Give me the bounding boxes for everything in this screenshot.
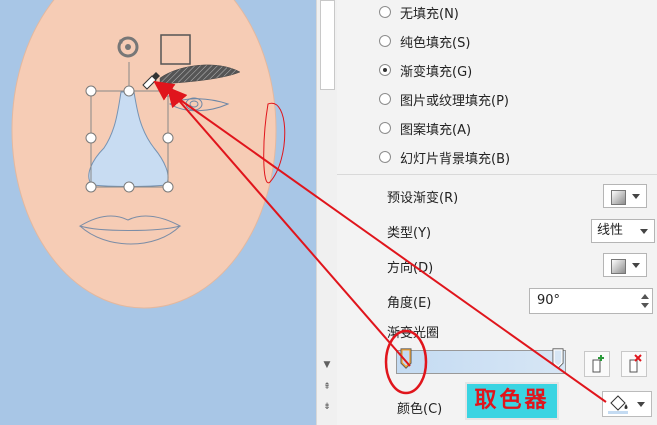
angle-spinner[interactable]: 90° — [529, 288, 653, 314]
fill-option-none[interactable]: 无填充(N) — [379, 1, 459, 23]
direction-dropdown[interactable] — [603, 253, 647, 277]
chevron-down-icon — [632, 194, 640, 199]
radio-button[interactable] — [379, 35, 391, 47]
gradient-stop-right[interactable] — [552, 348, 564, 370]
preset-gradient-label: 预设渐变(R) — [387, 191, 459, 206]
fill-option-solid[interactable]: 纯色填充(S) — [379, 30, 470, 52]
radio-button[interactable] — [379, 122, 391, 134]
spin-up-icon[interactable] — [641, 294, 649, 299]
gradient-stops-label: 渐变光圈 — [387, 326, 440, 341]
radio-button[interactable] — [379, 6, 391, 18]
gradient-swatch-icon — [611, 190, 626, 205]
angle-label: 角度(E) — [387, 296, 432, 311]
fill-color-button[interactable] — [602, 391, 652, 417]
prev-slide-icon[interactable]: ⇞ — [320, 380, 334, 394]
direction-label: 方向(D) — [387, 261, 434, 276]
direction-swatch-icon — [611, 259, 626, 274]
chevron-down-icon — [632, 263, 640, 268]
fill-option-gradient[interactable]: 渐变填充(G) — [379, 59, 472, 81]
fill-option-label: 渐变填充(G) — [400, 64, 473, 80]
remove-stop-icon — [629, 354, 642, 373]
gradient-stops-bar[interactable] — [396, 350, 566, 374]
format-shape-panel: 无填充(N) 纯色填充(S) 渐变填充(G) 图片或纹理填充(P) 图案填充(A… — [337, 0, 657, 425]
add-gradient-stop-button[interactable] — [584, 351, 610, 377]
fill-option-label: 图案填充(A) — [400, 122, 472, 138]
spin-down-icon[interactable] — [641, 303, 649, 308]
type-label: 类型(Y) — [387, 226, 432, 241]
next-slide-icon[interactable]: ⇟ — [320, 400, 334, 414]
fill-option-label: 幻灯片背景填充(B) — [400, 151, 511, 167]
gradient-type-value: 线性 — [597, 223, 624, 238]
add-stop-icon — [592, 355, 604, 373]
fill-option-label: 无填充(N) — [400, 6, 459, 22]
scroll-down-icon[interactable]: ▼ — [320, 358, 334, 372]
divider — [337, 174, 657, 175]
radio-button[interactable] — [379, 93, 391, 105]
scrollbar-thumb[interactable] — [320, 0, 335, 90]
fill-option-label: 纯色填充(S) — [400, 35, 471, 51]
angle-value: 90° — [537, 293, 561, 308]
fill-bucket-icon — [608, 395, 645, 414]
radio-button[interactable] — [379, 151, 391, 163]
slide-canvas[interactable] — [0, 0, 316, 425]
color-label: 颜色(C) — [397, 402, 443, 417]
chevron-down-icon — [640, 229, 648, 234]
eyedropper-callout: 取色器 — [465, 382, 559, 420]
slide-illustration — [11, 0, 286, 309]
gradient-stop-left[interactable] — [400, 348, 412, 370]
preset-gradient-dropdown[interactable] — [603, 184, 647, 208]
vertical-scrollbar[interactable]: ▼ ⇞ ⇟ — [316, 0, 337, 425]
fill-option-label: 图片或纹理填充(P) — [400, 93, 509, 109]
fill-option-picture[interactable]: 图片或纹理填充(P) — [379, 88, 509, 110]
fill-option-slide-background[interactable]: 幻灯片背景填充(B) — [379, 146, 510, 168]
fill-option-pattern[interactable]: 图案填充(A) — [379, 117, 471, 139]
gradient-type-select[interactable]: 线性 — [591, 219, 655, 243]
radio-button[interactable] — [379, 64, 391, 76]
remove-gradient-stop-button[interactable] — [621, 351, 647, 377]
